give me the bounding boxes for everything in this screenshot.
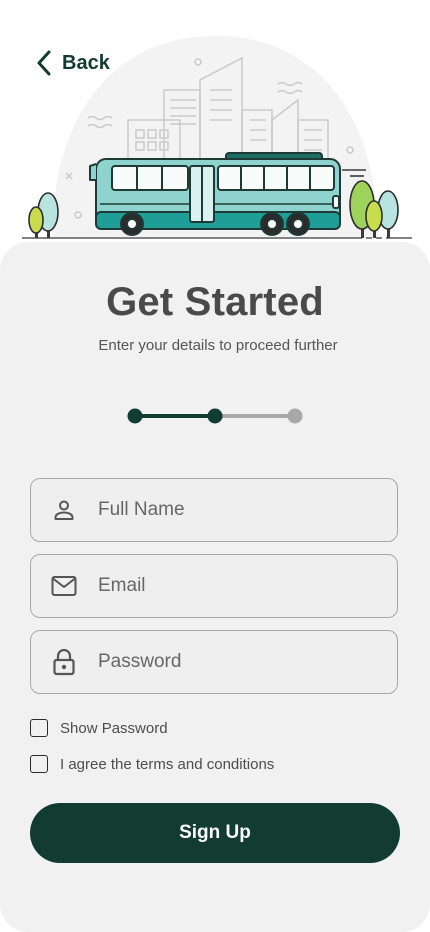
sign-up-button[interactable]: Sign Up — [30, 803, 400, 863]
progress-stepper — [127, 408, 303, 424]
mail-icon — [50, 572, 78, 600]
email-field[interactable] — [30, 554, 398, 618]
full-name-input[interactable] — [96, 498, 370, 522]
password-input[interactable] — [96, 650, 370, 674]
back-button[interactable]: Back — [36, 50, 110, 76]
step-3-dot — [287, 408, 303, 424]
terms-checkbox[interactable] — [30, 755, 48, 773]
page-title: Get Started — [106, 280, 324, 324]
signup-screen: Back Get Started Enter your details to p… — [0, 0, 430, 932]
city-bus-illustration — [22, 36, 412, 239]
terms-row[interactable]: I agree the terms and conditions — [30, 755, 274, 773]
email-input[interactable] — [96, 574, 370, 598]
terms-label: I agree the terms and conditions — [60, 755, 275, 773]
show-password-label: Show Password — [60, 719, 168, 737]
password-field[interactable] — [30, 630, 398, 694]
lock-icon — [50, 648, 78, 676]
show-password-row[interactable]: Show Password — [30, 719, 168, 737]
chevron-left-icon — [37, 50, 51, 76]
step-2-dot — [207, 408, 223, 424]
person-icon — [50, 496, 78, 524]
show-password-checkbox[interactable] — [30, 719, 48, 737]
full-name-field[interactable] — [30, 478, 398, 542]
page-subtitle: Enter your details to proceed further — [98, 337, 338, 354]
step-1-dot — [127, 408, 143, 424]
back-label: Back — [62, 51, 110, 74]
